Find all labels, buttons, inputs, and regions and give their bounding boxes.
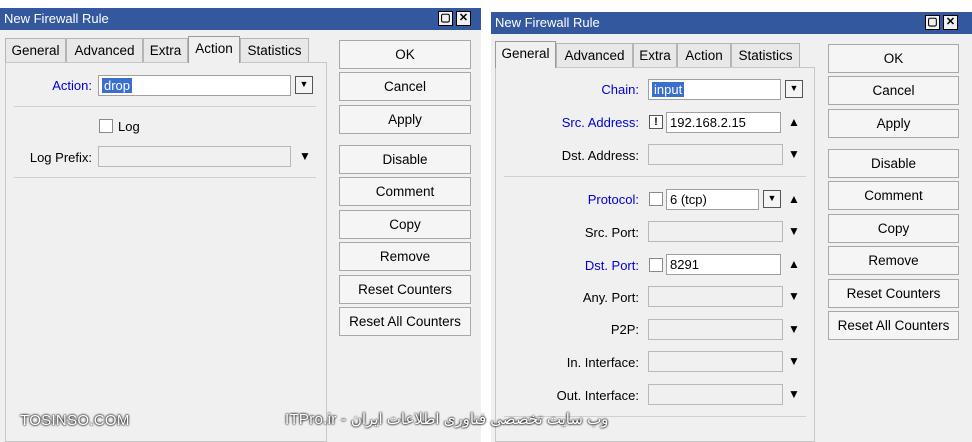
- log-prefix-field[interactable]: [98, 146, 291, 167]
- tab-action[interactable]: Action: [188, 36, 240, 63]
- copy-button[interactable]: Copy: [339, 210, 471, 239]
- protocol-select[interactable]: 6 (tcp): [666, 189, 759, 210]
- left-tab-strip: General Advanced Extra Action Statistics: [5, 36, 325, 63]
- out-interface-label: Out. Interface:: [556, 388, 639, 403]
- right-window-titlebar[interactable]: New Firewall Rule ▢ ✕: [491, 12, 972, 34]
- apply-button[interactable]: Apply: [339, 105, 471, 134]
- watermark-left: TOSINSO.COM: [20, 412, 130, 429]
- dropdown-arrow-icon[interactable]: ▼: [763, 190, 781, 208]
- close-window-icon[interactable]: ✕: [943, 15, 958, 30]
- triangle-up-icon[interactable]: ▲: [787, 115, 801, 129]
- tab-statistics[interactable]: Statistics: [731, 43, 800, 67]
- log-label: Log: [118, 119, 140, 134]
- p2p-label: P2P:: [610, 322, 639, 337]
- ok-button[interactable]: OK: [828, 44, 959, 73]
- restore-window-icon[interactable]: ▢: [438, 11, 453, 26]
- dropdown-arrow-icon[interactable]: ▼: [787, 147, 801, 161]
- apply-button[interactable]: Apply: [828, 109, 959, 138]
- right-general-panel: Chain: input ▼ Src. Address: ! 192.168.2…: [495, 67, 815, 442]
- dropdown-arrow-icon[interactable]: ▼: [787, 289, 801, 303]
- remove-button[interactable]: Remove: [339, 242, 471, 271]
- dropdown-arrow-icon[interactable]: ▼: [787, 224, 801, 238]
- tab-extra[interactable]: Extra: [143, 38, 188, 62]
- comment-button[interactable]: Comment: [339, 177, 471, 206]
- action-label: Action:: [52, 78, 92, 93]
- right-tab-strip: General Advanced Extra Action Statistics: [495, 41, 815, 68]
- reset-counters-button[interactable]: Reset Counters: [339, 275, 471, 304]
- left-action-panel: Action: drop ▼ Log Log Prefix: ▼: [5, 62, 327, 442]
- src-address-field[interactable]: 192.168.2.15: [666, 112, 781, 133]
- tab-general[interactable]: General: [5, 38, 66, 62]
- disable-button[interactable]: Disable: [339, 145, 471, 174]
- separator: [504, 176, 806, 177]
- tab-extra[interactable]: Extra: [633, 43, 677, 67]
- right-window-title: New Firewall Rule: [495, 15, 600, 30]
- tab-advanced[interactable]: Advanced: [556, 43, 633, 67]
- dropdown-arrow-icon[interactable]: ▼: [298, 149, 312, 163]
- reset-all-counters-button[interactable]: Reset All Counters: [828, 311, 959, 340]
- dst-port-field[interactable]: 8291: [666, 254, 781, 275]
- close-window-icon[interactable]: ✕: [456, 11, 471, 26]
- p2p-field[interactable]: [648, 319, 783, 340]
- triangle-up-icon[interactable]: ▲: [787, 192, 801, 206]
- separator: [14, 106, 316, 107]
- watermark-center: ITPro.ir - وب سایت تخصصی فناوری اطلاعات …: [285, 411, 609, 428]
- tab-action[interactable]: Action: [677, 43, 731, 67]
- separator: [14, 177, 316, 178]
- src-port-label: Src. Port:: [584, 225, 639, 240]
- dst-port-not-checkbox[interactable]: [649, 258, 663, 272]
- protocol-label: Protocol:: [587, 192, 639, 207]
- left-window-title: New Firewall Rule: [4, 11, 109, 26]
- chain-select[interactable]: input: [648, 79, 781, 100]
- dropdown-arrow-icon[interactable]: ▼: [787, 354, 801, 368]
- in-interface-label: In. Interface:: [566, 355, 639, 370]
- protocol-not-checkbox[interactable]: [649, 192, 663, 206]
- tab-advanced[interactable]: Advanced: [66, 38, 143, 62]
- action-select[interactable]: drop: [98, 75, 291, 96]
- remove-button[interactable]: Remove: [828, 246, 959, 275]
- triangle-up-icon[interactable]: ▲: [787, 257, 801, 271]
- reset-counters-button[interactable]: Reset Counters: [828, 279, 959, 308]
- left-window-titlebar[interactable]: New Firewall Rule ▢ ✕: [0, 8, 481, 30]
- dst-port-label: Dst. Port:: [584, 258, 639, 273]
- cancel-button[interactable]: Cancel: [828, 76, 959, 105]
- dropdown-arrow-icon[interactable]: ▼: [785, 80, 803, 98]
- in-interface-field[interactable]: [648, 351, 783, 372]
- cancel-button[interactable]: Cancel: [339, 72, 471, 101]
- disable-button[interactable]: Disable: [828, 149, 959, 178]
- src-port-field[interactable]: [648, 221, 783, 242]
- chain-label: Chain:: [601, 82, 639, 97]
- dst-address-field[interactable]: [648, 144, 783, 165]
- chain-value: input: [652, 82, 685, 97]
- dst-address-label: Dst. Address:: [561, 148, 639, 163]
- dropdown-arrow-icon[interactable]: ▼: [787, 387, 801, 401]
- restore-window-icon[interactable]: ▢: [925, 15, 940, 30]
- reset-all-counters-button[interactable]: Reset All Counters: [339, 307, 471, 336]
- any-port-field[interactable]: [648, 286, 783, 307]
- left-firewall-rule-window: New Firewall Rule ▢ ✕ General Advanced E…: [0, 8, 481, 442]
- ok-button[interactable]: OK: [339, 40, 471, 69]
- src-address-not-toggle[interactable]: !: [649, 115, 663, 129]
- right-firewall-rule-window: New Firewall Rule ▢ ✕ General Advanced E…: [491, 12, 972, 442]
- log-prefix-label: Log Prefix:: [29, 150, 92, 165]
- any-port-label: Any. Port:: [582, 290, 639, 305]
- copy-button[interactable]: Copy: [828, 214, 959, 243]
- dropdown-arrow-icon[interactable]: ▼: [787, 322, 801, 336]
- src-address-label: Src. Address:: [561, 115, 639, 130]
- tab-statistics[interactable]: Statistics: [240, 38, 309, 62]
- out-interface-field[interactable]: [648, 384, 783, 405]
- comment-button[interactable]: Comment: [828, 181, 959, 210]
- dropdown-arrow-icon[interactable]: ▼: [295, 76, 313, 94]
- log-checkbox[interactable]: [99, 119, 113, 133]
- tab-general[interactable]: General: [495, 41, 556, 68]
- action-value: drop: [102, 78, 133, 93]
